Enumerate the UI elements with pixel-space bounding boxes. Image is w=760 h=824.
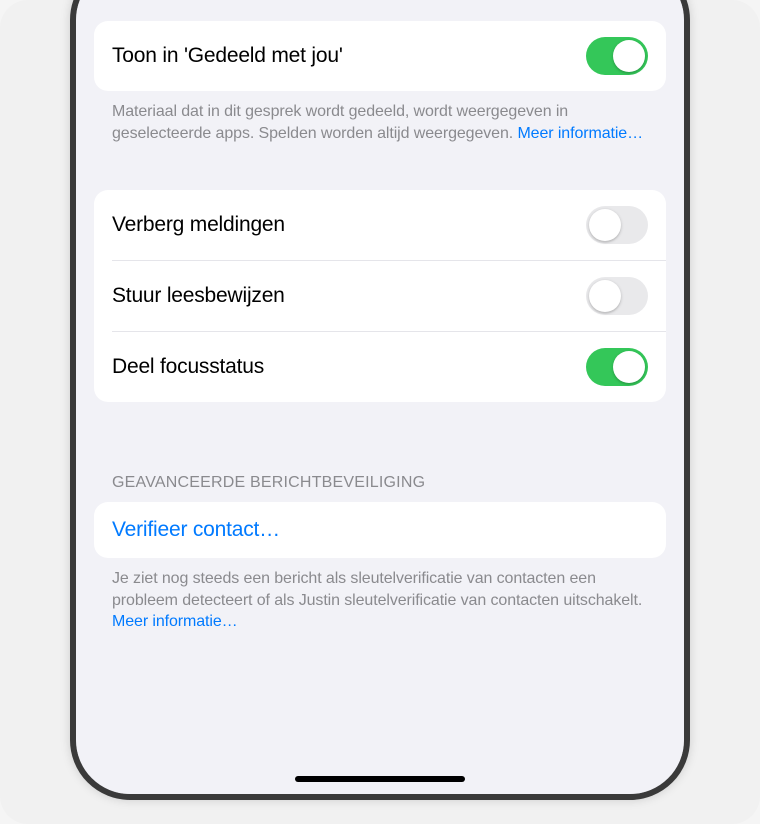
show-in-shared-row: Toon in 'Gedeeld met jou' [94,21,666,91]
phone-frame: Toon in 'Gedeeld met jou' Materiaal dat … [70,0,690,800]
advanced-security-header: GEAVANCEERDE BERICHTBEVEILIGING [94,474,666,502]
verify-contact-link: Verifieer contact… [112,518,280,542]
image-container: Toon in 'Gedeeld met jou' Materiaal dat … [0,0,760,824]
shared-footer-text: Materiaal dat in dit gesprek wordt gedee… [112,103,568,142]
focus-status-row: Deel focusstatus [112,331,666,402]
hide-alerts-label: Verberg meldingen [112,213,285,237]
phone-screen: Toon in 'Gedeeld met jou' Materiaal dat … [76,0,684,794]
security-footer-text: Je ziet nog steeds een bericht als sleut… [112,570,642,609]
shared-footer-learn-more-link[interactable]: Meer informatie… [517,125,643,142]
toggle-knob [613,351,645,383]
toggle-knob [589,280,621,312]
shared-with-you-footer: Materiaal dat in dit gesprek wordt gedee… [94,91,666,144]
advanced-security-footer: Je ziet nog steeds een bericht als sleut… [94,558,666,633]
security-footer-learn-more-link[interactable]: Meer informatie… [112,613,238,630]
hide-alerts-row: Verberg meldingen [94,190,666,260]
notifications-card: Verberg meldingen Stuur leesbewijzen Dee… [94,190,666,402]
read-receipts-toggle[interactable] [586,277,648,315]
toggle-knob [589,209,621,241]
show-in-shared-label: Toon in 'Gedeeld met jou' [112,44,343,68]
advanced-security-card: Verifieer contact… [94,502,666,558]
hide-alerts-toggle[interactable] [586,206,648,244]
read-receipts-label: Stuur leesbewijzen [112,284,285,308]
show-in-shared-toggle[interactable] [586,37,648,75]
focus-status-label: Deel focusstatus [112,355,264,379]
settings-content: Toon in 'Gedeeld met jou' Materiaal dat … [76,0,684,633]
verify-contact-row[interactable]: Verifieer contact… [94,502,666,558]
toggle-knob [613,40,645,72]
read-receipts-row: Stuur leesbewijzen [112,260,666,331]
focus-status-toggle[interactable] [586,348,648,386]
home-indicator[interactable] [295,776,465,782]
shared-with-you-card: Toon in 'Gedeeld met jou' [94,21,666,91]
